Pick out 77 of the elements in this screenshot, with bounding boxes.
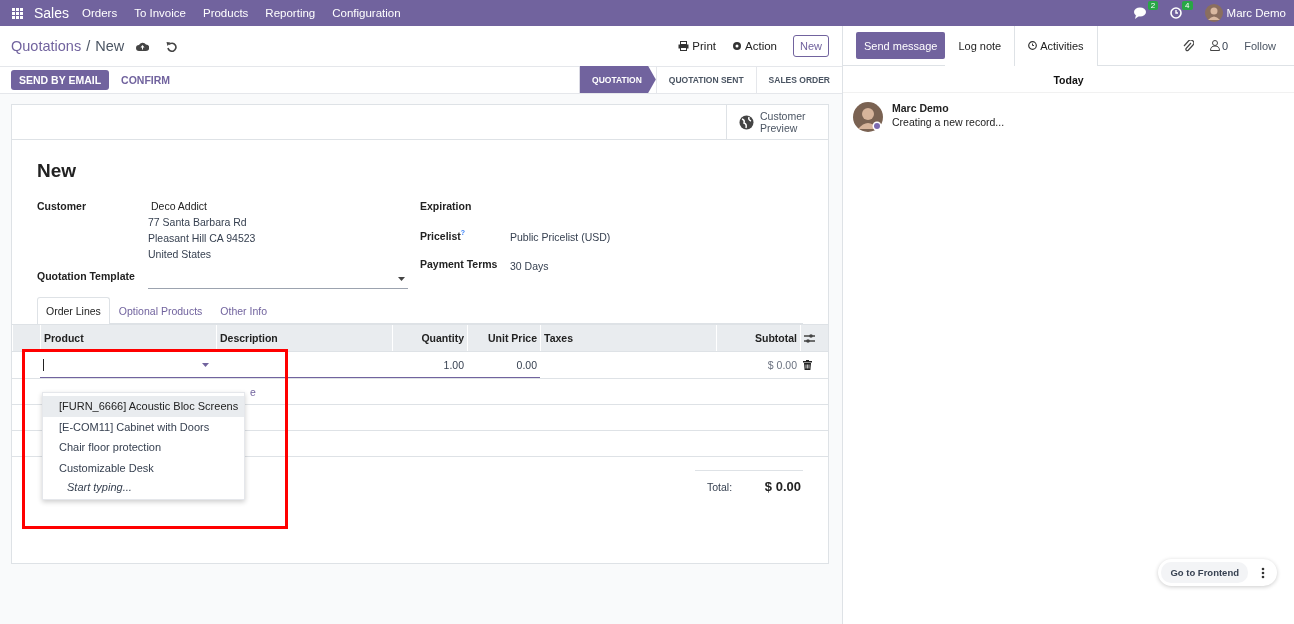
send-email-button[interactable]: SEND BY EMAIL	[11, 70, 110, 90]
paperclip-icon[interactable]	[1183, 39, 1195, 52]
app-menu-icon[interactable]	[12, 7, 23, 19]
menu-item[interactable]: Reporting	[265, 7, 316, 19]
action-button[interactable]: Action	[732, 40, 777, 52]
message-text: Creating a new record...	[892, 116, 1005, 128]
go-to-frontend-button[interactable]: Go to Frontend	[1161, 562, 1248, 583]
followers-button[interactable]: 0	[1210, 39, 1229, 52]
follow-button[interactable]: Follow	[1244, 39, 1276, 52]
add-line-link[interactable]: e	[250, 385, 256, 398]
clock-icon[interactable]	[1170, 7, 1183, 19]
field-label: Customer	[37, 200, 87, 214]
breadcrumb-current: New	[95, 38, 125, 54]
total-label: Total:	[707, 480, 733, 493]
trash-icon[interactable]	[803, 360, 812, 370]
caret-icon	[398, 277, 405, 281]
status-stage[interactable]: QUOTATION SENT	[655, 66, 756, 93]
avatar	[1204, 4, 1223, 22]
menu-item[interactable]: To Invoice	[134, 7, 186, 19]
field-label: Payment Terms	[420, 258, 499, 272]
chatter-button[interactable]: Activities	[1014, 25, 1098, 66]
date-label: Today	[1053, 74, 1084, 86]
notebook-tab[interactable]: Order Lines	[37, 297, 110, 324]
dropdown-hint[interactable]: Start typing...	[43, 478, 244, 496]
menu-item[interactable]: Configuration	[332, 7, 401, 19]
record-title: New	[37, 160, 78, 183]
cloud-upload-icon[interactable]	[136, 41, 150, 51]
printer-icon	[678, 41, 690, 51]
table-cell[interactable]: 1.00	[443, 358, 464, 371]
dropdown-option[interactable]: [FURN_6666] Acoustic Bloc Screens	[43, 396, 244, 417]
column-header[interactable]: Subtotal	[716, 325, 800, 351]
caret-icon	[202, 362, 209, 367]
person-icon	[1210, 40, 1221, 51]
notebook-tab[interactable]: Other Info	[211, 297, 277, 324]
field-value[interactable]: 30 Days	[510, 260, 549, 273]
avatar	[853, 102, 883, 132]
status-stage[interactable]: SALES ORDER	[755, 66, 842, 93]
globe-icon	[739, 114, 754, 130]
menu-item[interactable]: Orders	[82, 7, 118, 19]
column-header[interactable]: Unit Price	[467, 325, 540, 351]
table-cell[interactable]: 0.00	[516, 358, 537, 371]
gear-icon	[732, 41, 742, 51]
count-badge: 2	[1147, 1, 1159, 10]
undo-icon[interactable]	[166, 40, 178, 52]
field-label: Pricelist$^{?}$	[420, 229, 467, 244]
count-badge: 4	[1182, 1, 1193, 10]
total-amount: $ 0.00	[764, 479, 801, 494]
notebook-tab[interactable]: Optional Products	[109, 297, 212, 324]
column-settings-icon[interactable]	[804, 333, 815, 343]
column-header[interactable]: Description	[216, 325, 392, 351]
user-name[interactable]: Marc Demo	[1226, 7, 1286, 19]
field-label: Quotation Template	[37, 270, 136, 282]
breadcrumb-link[interactable]: Quotations	[11, 38, 82, 54]
chat-icon[interactable]	[1133, 7, 1148, 19]
column-header[interactable]: Taxes	[540, 325, 716, 351]
dropdown-option[interactable]: Chair floor protection	[43, 437, 244, 458]
address-line: 77 Santa Barbara Rd	[148, 215, 248, 230]
status-stage[interactable]: QUOTATION	[579, 66, 656, 93]
field-value[interactable]: Public Pricelist (USD)	[510, 231, 611, 244]
customer-field[interactable]: Deco Addict	[148, 198, 256, 214]
app-name[interactable]: Sales	[34, 5, 70, 21]
new-button[interactable]: New	[793, 35, 829, 57]
column-header[interactable]: Quantity	[392, 325, 467, 351]
chatter-button[interactable]: Send message	[856, 32, 946, 59]
dropdown-option[interactable]: Customizable Desk	[43, 457, 244, 478]
address-line: United States	[148, 247, 213, 262]
column-header[interactable]: Product	[40, 325, 216, 351]
dropdown-option[interactable]: [E-COM11] Cabinet with Doors	[43, 416, 244, 437]
author-name[interactable]: Marc Demo	[892, 102, 1005, 114]
confirm-button[interactable]: CONFIRM	[113, 70, 179, 90]
address-line: Pleasant Hill CA 94523	[148, 231, 256, 246]
table-cell: $ 0.00	[767, 359, 797, 371]
print-button[interactable]: Print	[678, 40, 716, 52]
clock-icon	[1028, 41, 1038, 50]
field-label: Expiration	[420, 200, 473, 214]
breadcrumb-separator: /	[86, 38, 91, 54]
menu-item[interactable]: Products	[202, 7, 249, 19]
